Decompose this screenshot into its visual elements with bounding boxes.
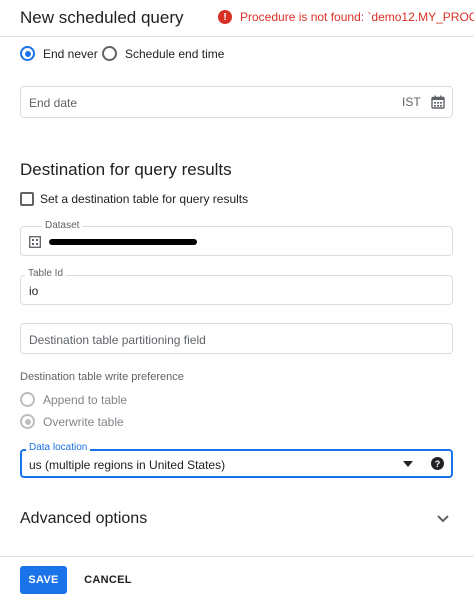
dataset-icon [29,236,41,248]
end-date-placeholder: End date [29,96,78,110]
error-icon: ! [218,10,232,24]
save-button[interactable]: SAVE [20,566,67,594]
error-banner: ! Procedure is not found: `demo12.MY_PRO… [218,10,474,24]
radio-button[interactable] [102,46,117,61]
data-location-label: Data location [26,442,91,453]
help-icon[interactable]: ? [431,457,444,470]
cancel-button[interactable]: CANCEL [79,566,137,594]
radio-button[interactable] [20,46,35,61]
partition-field-placeholder: Destination table partitioning field [29,333,206,347]
write-preference-label: Destination table write preference [20,371,184,383]
radio-label: Overwrite table [43,414,124,429]
destination-table-checkbox-label: Set a destination table for query result… [40,192,249,206]
redacted-dataset-value [49,239,197,245]
radio-label: Schedule end time [125,46,225,61]
dataset-field[interactable]: Dataset [20,220,453,256]
table-id-field[interactable]: Table Id io [20,268,453,305]
header-divider [0,36,474,37]
calendar-icon[interactable] [431,95,445,109]
radio-button[interactable] [20,392,35,407]
radio-label: Append to table [43,392,128,407]
destination-section-title: Destination for query results [20,160,232,179]
data-location-select[interactable]: Data location us (multiple regions in Un… [20,442,453,478]
dropdown-arrow-icon[interactable] [403,461,413,467]
radio-label: End never [43,46,98,61]
radio-schedule-end-time[interactable]: Schedule end time [102,46,224,61]
data-location-value: us (multiple regions in United States) [29,458,226,472]
advanced-options-title[interactable]: Advanced options [20,510,147,528]
scheduled-query-panel: New scheduled query ! Procedure is not f… [0,0,474,594]
radio-append-to-table[interactable]: Append to table [20,392,127,407]
destination-table-checkbox[interactable] [20,192,34,206]
radio-overwrite-table[interactable]: Overwrite table [20,414,124,429]
timezone-label: IST [402,95,421,109]
dataset-label: Dataset [42,220,83,231]
radio-end-never[interactable]: End never [20,46,98,61]
radio-button[interactable] [20,414,35,429]
partition-field-input[interactable]: Destination table partitioning field [20,323,453,354]
page-title: New scheduled query [20,8,184,27]
table-id-value: io [29,284,39,298]
table-id-label: Table Id [25,268,67,279]
footer-divider [0,556,474,557]
chevron-down-icon[interactable] [437,515,449,523]
end-date-field[interactable]: End date IST [20,86,453,118]
error-message: Procedure is not found: `demo12.MY_PROCE… [240,10,474,24]
